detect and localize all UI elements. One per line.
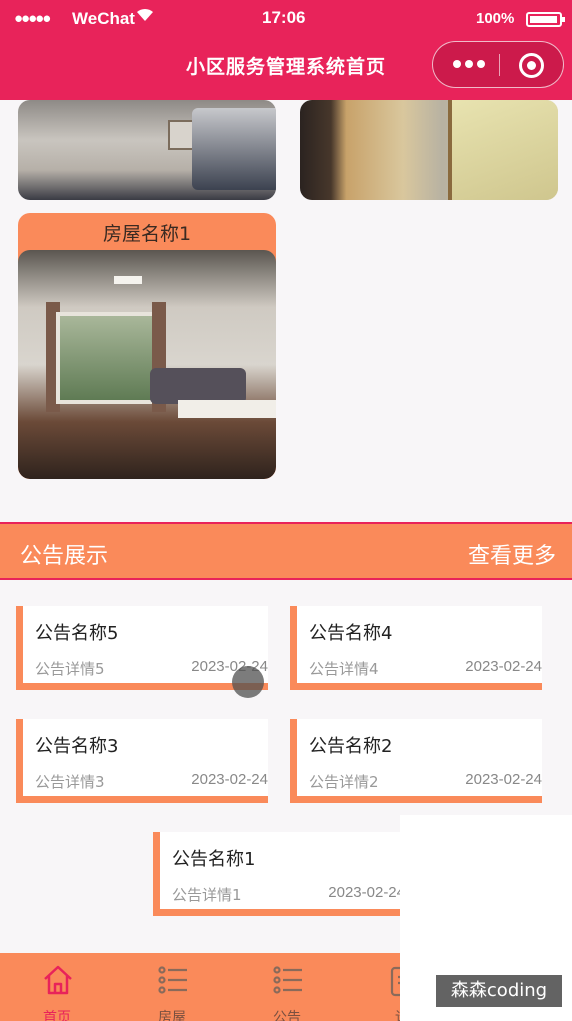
view-more-link[interactable]: 查看更多 bbox=[468, 538, 556, 570]
watermark: 森森coding bbox=[436, 975, 562, 1007]
house-name: 房屋名称1 bbox=[102, 223, 192, 245]
notice-title: 公告名称5 bbox=[35, 623, 119, 644]
notice-card[interactable]: 公告名称2 公告详情2 2023-02-24 bbox=[290, 719, 542, 803]
tab-notices[interactable]: 公告 bbox=[247, 953, 327, 1021]
tab-label: 首页 bbox=[43, 1010, 71, 1021]
notice-detail: 公告详情1 bbox=[172, 886, 242, 904]
notice-title: 公告名称4 bbox=[309, 623, 393, 644]
list-icon bbox=[158, 966, 187, 994]
more-menu-button[interactable] bbox=[449, 51, 489, 77]
notice-detail: 公告详情4 bbox=[309, 660, 379, 678]
tab-label: 房屋 bbox=[158, 1010, 186, 1021]
miniprogram-capsule bbox=[432, 41, 564, 88]
notice-date: 2023-02-24 bbox=[328, 884, 405, 901]
notice-date: 2023-02-24 bbox=[465, 771, 542, 788]
tab-label: 公告 bbox=[273, 1010, 301, 1021]
notice-card[interactable]: 公告名称1 公告详情1 2023-02-24 bbox=[153, 832, 405, 916]
notice-date: 2023-02-24 bbox=[465, 658, 542, 675]
notice-detail: 公告详情3 bbox=[35, 773, 105, 791]
house-card[interactable]: 房屋名称1 bbox=[18, 213, 276, 479]
notice-detail: 公告详情5 bbox=[35, 660, 105, 678]
carrier-label: WeChat bbox=[72, 9, 135, 28]
top-bar: ●●●●● WeChat 17:06 100% 小区服务管理系统首页 bbox=[0, 0, 572, 100]
notice-date: 2023-02-24 bbox=[191, 771, 268, 788]
capsule-divider bbox=[499, 54, 500, 76]
clock: 17:06 bbox=[262, 8, 306, 27]
notice-card[interactable]: 公告名称5 公告详情5 2023-02-24 bbox=[16, 606, 268, 690]
notice-title: 公告名称2 bbox=[309, 736, 393, 757]
notice-section-header: 公告展示 查看更多 bbox=[0, 522, 572, 580]
notice-section-title: 公告展示 bbox=[20, 544, 109, 569]
notice-detail: 公告详情2 bbox=[309, 773, 379, 791]
notice-title: 公告名称1 bbox=[172, 849, 256, 870]
tab-home[interactable]: 首页 bbox=[17, 953, 97, 1021]
notice-card[interactable]: 公告名称4 公告详情4 2023-02-24 bbox=[290, 606, 542, 690]
battery-icon bbox=[526, 12, 565, 27]
battery-percent: 100% bbox=[476, 10, 515, 27]
house-photo[interactable] bbox=[300, 100, 558, 200]
signal-icon: ●●●●● bbox=[14, 10, 51, 27]
status-bar: ●●●●● WeChat 17:06 100% bbox=[0, 0, 572, 38]
wifi-icon bbox=[136, 8, 154, 25]
list-icon bbox=[273, 966, 302, 994]
house-photo[interactable] bbox=[18, 100, 276, 200]
house-photo bbox=[18, 250, 276, 479]
home-icon bbox=[44, 965, 72, 995]
notice-card[interactable]: 公告名称3 公告详情3 2023-02-24 bbox=[16, 719, 268, 803]
touch-indicator bbox=[232, 666, 264, 698]
tab-houses[interactable]: 房屋 bbox=[132, 953, 212, 1021]
close-miniprogram-button[interactable] bbox=[519, 53, 544, 78]
notice-title: 公告名称3 bbox=[35, 736, 119, 757]
